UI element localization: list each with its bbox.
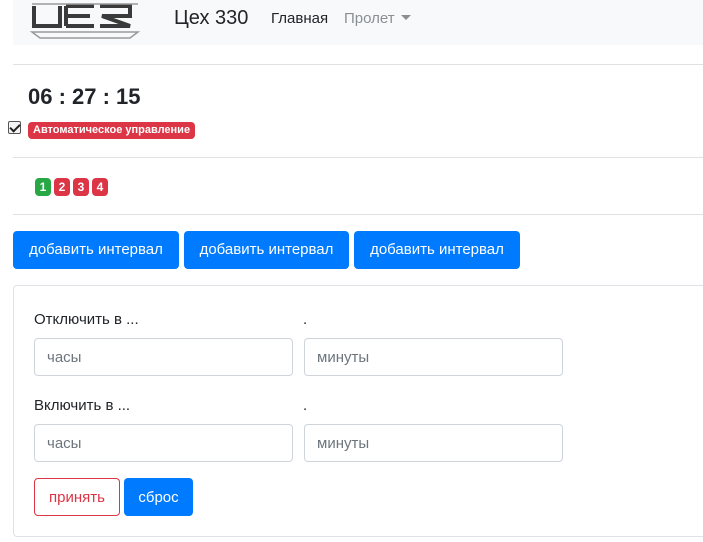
on-time-label: Включить в ... (34, 397, 131, 414)
off-minutes-input[interactable] (304, 338, 563, 376)
on-minutes-input[interactable] (304, 424, 563, 462)
add-interval-button-3[interactable]: добавить интервал (354, 231, 520, 269)
auto-mode-badge: Автоматическое управление (28, 122, 196, 139)
section-badges: 1 2 3 4 (35, 178, 108, 196)
section-badge-3[interactable]: 3 (73, 178, 89, 196)
nav-home-link[interactable]: Главная (271, 10, 328, 27)
off-time-label: Отключить в ... (34, 311, 139, 328)
logo-icon[interactable] (30, 2, 141, 39)
divider (13, 157, 703, 158)
chevron-down-icon (400, 15, 411, 20)
clock-display: 06 : 27 : 15 (28, 84, 141, 109)
add-interval-button-1[interactable]: добавить интервал (13, 231, 179, 269)
nav-span-dropdown[interactable]: Пролет (344, 10, 411, 27)
off-time-separator: . (303, 311, 308, 328)
auto-mode-checkbox[interactable] (8, 121, 21, 134)
reset-button[interactable]: сброс (124, 478, 193, 516)
on-time-separator: . (303, 397, 308, 414)
off-hours-input[interactable] (34, 338, 293, 376)
on-hours-input[interactable] (34, 424, 293, 462)
nav-span-label: Пролет (344, 10, 395, 27)
brand-title[interactable]: Цех 330 (174, 7, 248, 30)
section-badge-4[interactable]: 4 (92, 178, 108, 196)
divider (13, 64, 703, 65)
accept-button[interactable]: принять (34, 478, 120, 516)
section-badge-1[interactable]: 1 (35, 178, 51, 196)
add-interval-button-2[interactable]: добавить интервал (184, 231, 349, 269)
divider (13, 214, 703, 215)
section-badge-2[interactable]: 2 (54, 178, 70, 196)
navbar: Цех 330 Главная Пролет (13, 0, 703, 45)
